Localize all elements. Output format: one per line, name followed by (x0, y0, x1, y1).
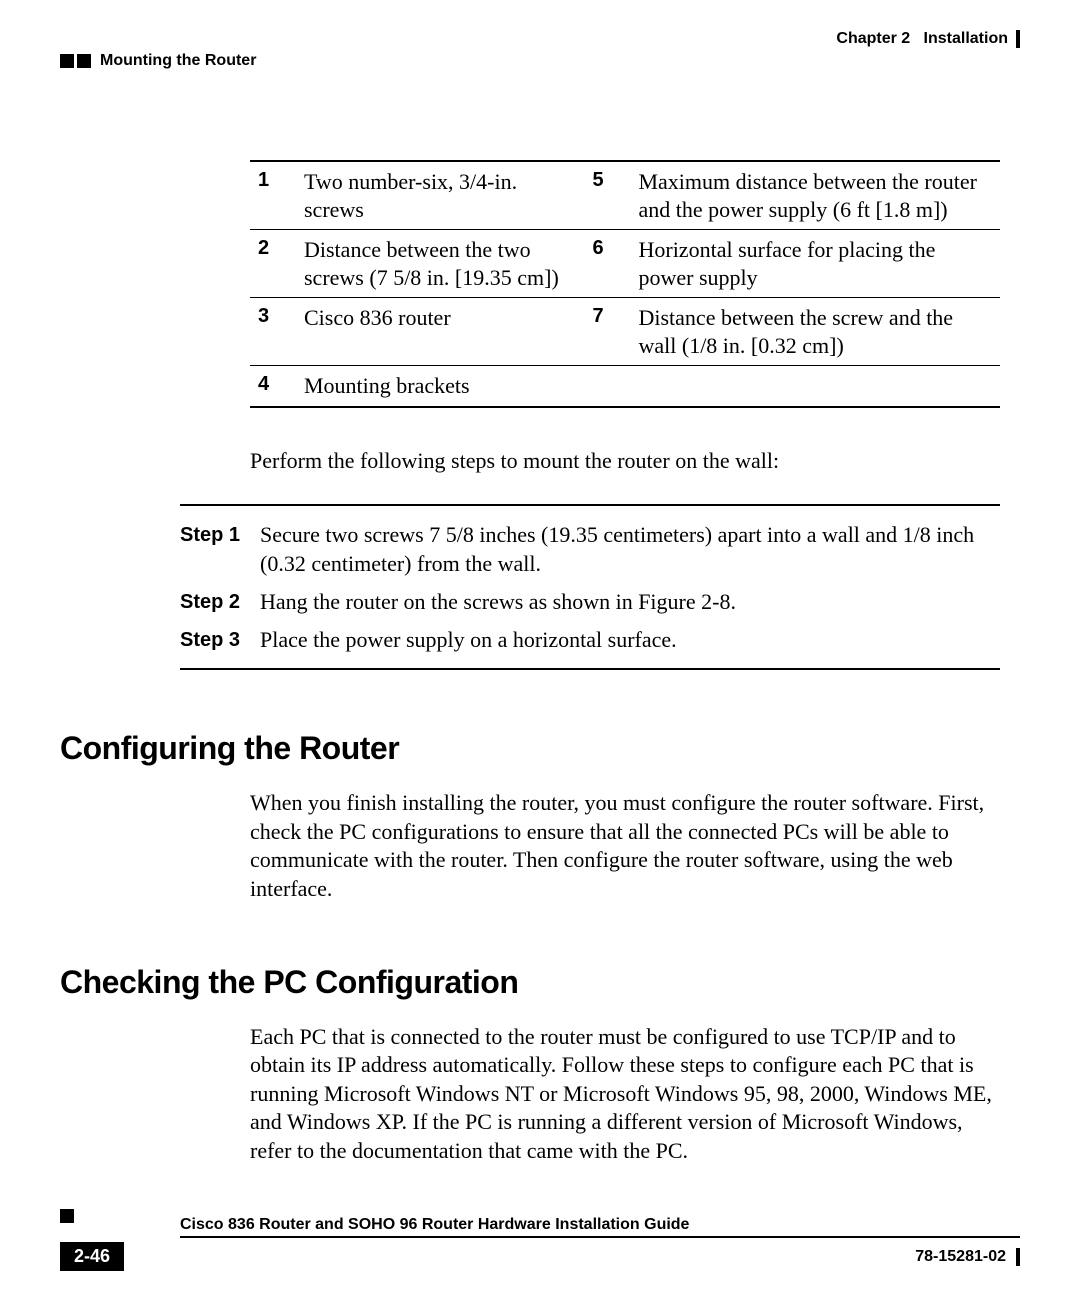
step-row: Step 2 Hang the router on the screws as … (180, 587, 1000, 617)
step-text: Secure two screws 7 5/8 inches (19.35 ce… (260, 520, 1000, 579)
main-content: 1 Two number-six, 3/4-in. screws 5 Maxim… (250, 160, 1000, 670)
header-bar-icon (1016, 30, 1020, 48)
step-label: Step 1 (180, 520, 260, 579)
cell-num: 7 (584, 298, 630, 366)
heading-configuring: Configuring the Router (60, 730, 1020, 767)
page: Chapter 2 Installation Mounting the Rout… (0, 0, 1080, 1311)
footer-bar-icon (1016, 1248, 1020, 1266)
cell-num: 4 (250, 366, 296, 407)
cell-text: Horizontal surface for placing the power… (630, 230, 1000, 298)
header-square-icon (77, 54, 91, 68)
cell-text: Mounting brackets (296, 366, 584, 407)
doc-number: 78-15281-02 (915, 1248, 1020, 1266)
step-row: Step 3 Place the power supply on a horiz… (180, 625, 1000, 655)
cell-text: Maximum distance between the router and … (630, 161, 1000, 230)
cell-num (584, 366, 630, 407)
cell-text: Distance between the screw and the wall … (630, 298, 1000, 366)
step-text: Hang the router on the screws as shown i… (260, 587, 1000, 617)
table-row: 4 Mounting brackets (250, 366, 1000, 407)
page-number-badge: 2-46 (60, 1242, 124, 1271)
cell-num: 3 (250, 298, 296, 366)
step-label: Step 2 (180, 587, 260, 617)
section-title: Mounting the Router (100, 52, 256, 70)
footer-guide-title: Cisco 836 Router and SOHO 96 Router Hard… (180, 1216, 1020, 1238)
cell-text: Cisco 836 router (296, 298, 584, 366)
table-row: 1 Two number-six, 3/4-in. screws 5 Maxim… (250, 161, 1000, 230)
step-row: Step 1 Secure two screws 7 5/8 inches (1… (180, 520, 1000, 579)
cell-num: 5 (584, 161, 630, 230)
page-footer: Cisco 836 Router and SOHO 96 Router Hard… (60, 1216, 1020, 1271)
step-label: Step 3 (180, 625, 260, 655)
step-text: Place the power supply on a horizontal s… (260, 625, 1000, 655)
cell-text (630, 366, 1000, 407)
header-square-icon (60, 54, 74, 68)
footer-row: 2-46 78-15281-02 (60, 1242, 1020, 1271)
header-chapter: Chapter 2 Installation (836, 30, 1020, 48)
steps-block: Step 1 Secure two screws 7 5/8 inches (1… (180, 504, 1000, 671)
intro-text: Perform the following steps to mount the… (250, 448, 1000, 474)
cell-text: Two number-six, 3/4-in. screws (296, 161, 584, 230)
para-checking: Each PC that is connected to the router … (250, 1023, 1000, 1166)
table-row: 3 Cisco 836 router 7 Distance between th… (250, 298, 1000, 366)
table-row: 2 Distance between the two screws (7 5/8… (250, 230, 1000, 298)
chapter-title: Installation (924, 30, 1008, 48)
header-section: Mounting the Router (60, 52, 1020, 70)
chapter-label: Chapter 2 (836, 30, 910, 48)
cell-num: 2 (250, 230, 296, 298)
heading-checking: Checking the PC Configuration (60, 964, 1020, 1001)
para-configuring: When you finish installing the router, y… (250, 789, 1000, 903)
cell-num: 1 (250, 161, 296, 230)
page-header: Chapter 2 Installation (60, 30, 1020, 48)
doc-number-text: 78-15281-02 (915, 1248, 1006, 1266)
cell-num: 6 (584, 230, 630, 298)
callout-table: 1 Two number-six, 3/4-in. screws 5 Maxim… (250, 160, 1000, 408)
cell-text: Distance between the two screws (7 5/8 i… (296, 230, 584, 298)
